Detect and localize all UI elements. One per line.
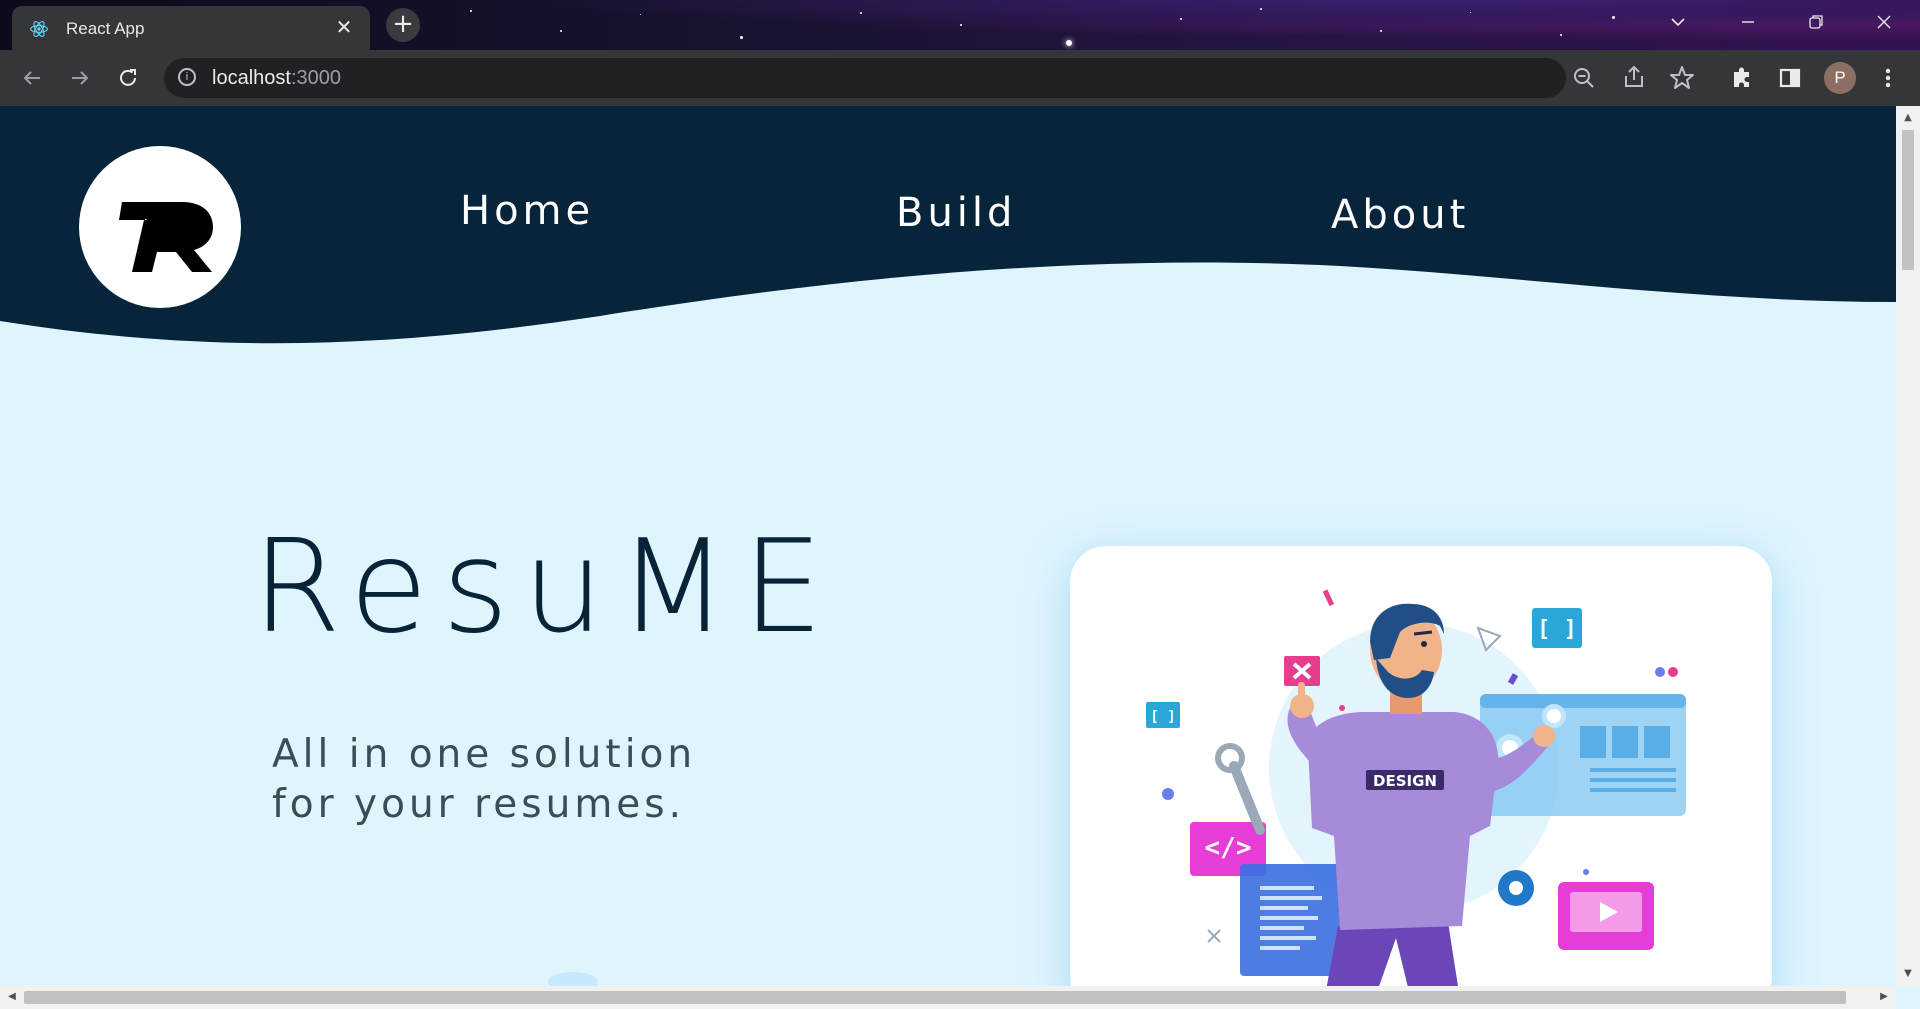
restore-icon[interactable] (1782, 0, 1850, 44)
background-star (860, 12, 862, 14)
tagline-line-1: All in one solution (272, 732, 697, 777)
background-star (560, 30, 562, 32)
address-url: localhost:3000 (212, 67, 341, 90)
page-viewport: Home Build About ResuME All in one solut… (0, 106, 1896, 986)
zoom-out-icon[interactable] (1568, 62, 1600, 94)
tab-title: React App (66, 19, 145, 38)
background-star (640, 14, 641, 15)
horizontal-scroll-thumb[interactable] (24, 991, 1846, 1004)
horizontal-scrollbar[interactable]: ◀ ▶ (0, 986, 1896, 1009)
info-icon[interactable]: i (178, 68, 196, 86)
scroll-left-arrow[interactable]: ◀ (6, 991, 18, 1003)
react-favicon (30, 21, 48, 37)
background-star (1260, 8, 1262, 10)
tab-search-icon[interactable] (1644, 0, 1712, 44)
star-icon[interactable] (1666, 62, 1698, 94)
logo[interactable] (79, 146, 241, 308)
background-star (1560, 34, 1562, 36)
nav-home-link[interactable]: Home (460, 188, 594, 234)
background-star (1066, 40, 1072, 46)
background-star (960, 24, 962, 26)
background-star (470, 10, 472, 12)
extensions-icon[interactable] (1726, 62, 1758, 94)
background-star (740, 36, 743, 39)
bracket-tag: [ ] (1537, 617, 1577, 642)
background-star (1380, 30, 1382, 32)
logo-r-icon (119, 202, 213, 272)
code-tag: </> (1205, 833, 1252, 863)
header-wave-background (0, 106, 1896, 344)
share-icon[interactable] (1618, 62, 1650, 94)
kebab-menu-icon[interactable] (1872, 62, 1904, 94)
sidebar-icon[interactable] (1774, 62, 1806, 94)
browser-toolbar: i localhost:3000 P (0, 50, 1920, 106)
nav-build-link[interactable]: Build (896, 190, 1016, 236)
background-star (1180, 18, 1182, 20)
reload-icon[interactable] (112, 62, 144, 94)
background-star (1612, 16, 1615, 19)
scroll-up-arrow[interactable]: ▲ (1902, 112, 1914, 124)
browser-tab-active[interactable]: React App ✕ (12, 6, 370, 50)
shirt-design-label: DESIGN (1373, 772, 1437, 790)
vertical-scroll-thumb[interactable] (1902, 130, 1914, 270)
scroll-right-arrow[interactable]: ▶ (1878, 991, 1890, 1003)
scroll-down-arrow[interactable]: ▼ (1902, 968, 1914, 980)
vertical-scrollbar[interactable]: ▲ ▼ (1896, 106, 1920, 986)
tagline-line-2: for your resumes. (272, 782, 686, 827)
designer-illustration: [ ] [ ] </> DESIGN (1146, 589, 1686, 986)
forward-arrow[interactable] (64, 62, 96, 94)
back-arrow[interactable] (16, 62, 48, 94)
browser-tab-strip: React App ✕ + (0, 0, 1920, 50)
minimize-icon[interactable] (1714, 0, 1782, 44)
hero-tagline: All in one solution for your resumes. (272, 730, 696, 830)
decorative-blob (548, 972, 598, 986)
address-host: localhost (212, 67, 291, 89)
close-tab-icon[interactable]: ✕ (332, 15, 356, 39)
small-bracket-tag: [ ] (1150, 709, 1175, 725)
hero-title: ResuME (252, 513, 838, 662)
hero-illustration-card: [ ] [ ] </> DESIGN (1070, 546, 1772, 986)
close-icon[interactable] (1850, 0, 1918, 44)
new-tab-button[interactable]: + (386, 8, 420, 42)
background-star (1470, 12, 1471, 13)
nav-about-link[interactable]: About (1331, 192, 1469, 238)
address-port: :3000 (290, 67, 341, 89)
address-bar[interactable]: i localhost:3000 (164, 58, 1594, 98)
profile-avatar[interactable]: P (1824, 62, 1856, 94)
